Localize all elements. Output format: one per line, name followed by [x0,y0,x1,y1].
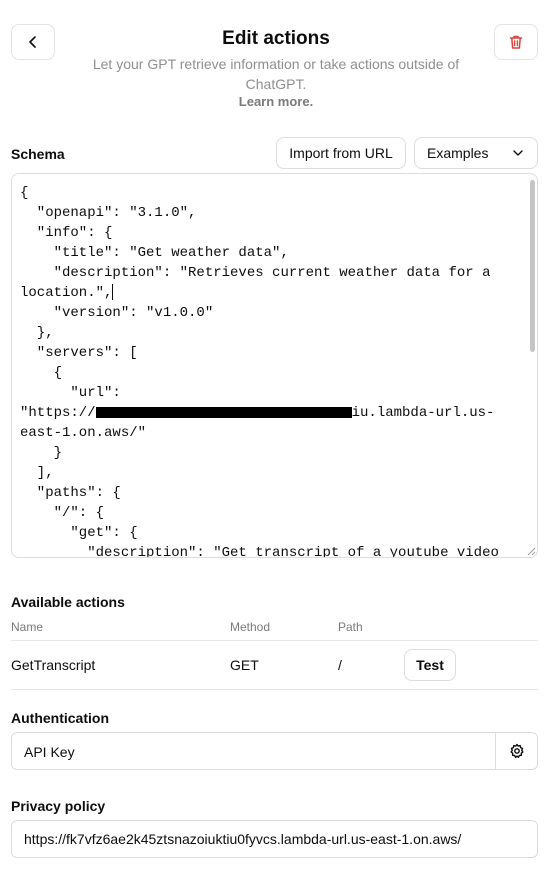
learn-more-link[interactable]: Learn more. [0,94,552,109]
trash-icon [509,35,523,49]
schema-line: "/": { [20,505,105,521]
action-method: GET [230,657,259,673]
schema-line: "description": "Get transcript of a yout… [20,545,499,558]
import-from-url-button[interactable]: Import from URL [276,137,406,169]
text-cursor [112,284,114,301]
examples-dropdown[interactable]: Examples [414,137,538,169]
schema-line: "version": "v1.0.0" [20,305,214,321]
schema-code[interactable]: { "openapi": "3.1.0", "info": { "title":… [12,174,537,558]
schema-line: location.", [20,285,113,301]
redaction-bar [95,406,352,418]
page-subtitle: Let your GPT retrieve information or tak… [92,56,460,92]
schema-line: "description": "Retrieves current weathe… [20,265,491,281]
page-title: Edit actions [222,28,330,49]
gear-icon [509,743,524,758]
authentication-settings-button[interactable] [495,733,537,769]
schema-line: "get": { [20,525,138,541]
schema-line: "https:// [20,405,96,421]
privacy-policy-input[interactable] [24,821,527,857]
action-name: GetTranscript [11,657,96,673]
column-header-path: Path [338,620,363,634]
schema-line: "info": { [20,225,113,241]
schema-line: "title": "Get weather data", [20,245,289,261]
divider [11,689,538,690]
schema-line: "servers": [ [20,345,138,361]
schema-line: iu.lambda-url.us- [351,405,495,421]
action-path: / [338,657,342,673]
schema-line: { [20,365,63,381]
resize-handle-icon[interactable] [527,547,536,556]
divider [11,640,538,641]
schema-line: east-1.on.aws/" [20,425,147,441]
schema-line: "paths": { [20,485,121,501]
column-header-name: Name [11,620,44,634]
available-actions-label: Available actions [11,594,125,610]
examples-dropdown-label: Examples [427,145,489,161]
column-header-method: Method [230,620,271,634]
schema-line: "url": [20,385,121,401]
delete-button[interactable] [494,24,538,60]
authentication-label: Authentication [11,710,109,726]
schema-label: Schema [11,146,65,162]
authentication-value: API Key [24,744,75,760]
chevron-down-icon [513,150,523,156]
authentication-field[interactable]: API Key [11,732,538,770]
schema-line: "openapi": "3.1.0", [20,205,197,221]
schema-line: }, [20,325,54,341]
test-button[interactable]: Test [404,649,456,681]
privacy-policy-field[interactable] [11,820,538,858]
schema-editor[interactable]: { "openapi": "3.1.0", "info": { "title":… [11,173,538,558]
scrollbar[interactable] [530,180,535,352]
schema-line: } [20,445,63,461]
schema-line: ], [20,465,54,481]
privacy-policy-label: Privacy policy [11,798,106,814]
schema-line: { [20,185,29,201]
